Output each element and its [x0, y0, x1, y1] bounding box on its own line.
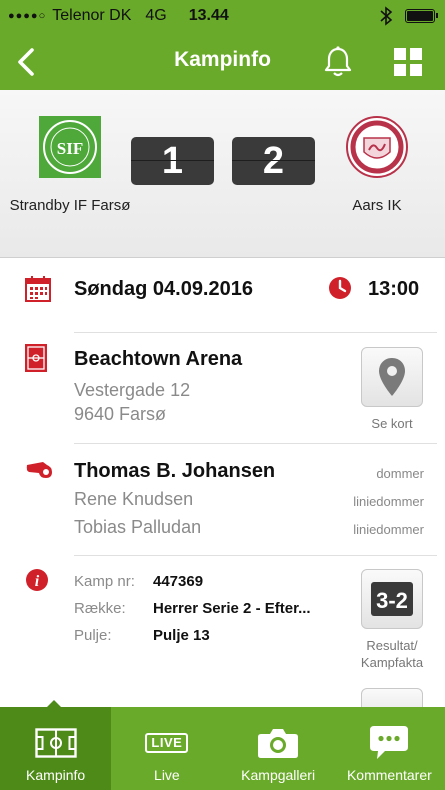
tab-label: Kampgalleri	[241, 767, 316, 783]
camera-icon	[258, 729, 299, 758]
notifications-button[interactable]	[318, 40, 358, 84]
away-team-name: Aars IK	[352, 197, 402, 214]
result-button[interactable]: 3-2	[361, 569, 423, 629]
match-header: SIF Strandby IF Farsø 1 2 Aars IK	[0, 90, 445, 258]
status-time: 13.44	[188, 7, 229, 24]
pitch-icon	[25, 344, 47, 372]
venue-name: Beachtown Arena	[74, 348, 243, 370]
home-team-logo: SIF	[39, 116, 101, 178]
chat-icon	[370, 726, 409, 759]
assistant-referee-2: Tobias Palludan	[74, 517, 202, 537]
svg-text:i: i	[35, 573, 40, 590]
svg-text:SIF: SIF	[57, 139, 83, 158]
tab-kommentarer[interactable]: Kommentarer	[334, 707, 445, 790]
tab-label: Kommentarer	[346, 767, 432, 783]
match-number-label: Kamp nr:	[74, 573, 135, 590]
tab-kampgalleri[interactable]: Kampgalleri	[223, 707, 334, 790]
nav-bar: Kampinfo	[0, 34, 445, 90]
map-pin-icon	[379, 358, 405, 396]
home-team-name: Strandby IF Farsø	[9, 197, 131, 214]
menu-grid-button[interactable]	[388, 40, 428, 84]
pitch-icon	[34, 728, 77, 758]
scoreboard-icon: 3-2	[371, 582, 413, 616]
active-tab-indicator	[47, 700, 61, 707]
svg-text:3-2: 3-2	[376, 588, 408, 613]
match-number: 447369	[153, 573, 204, 590]
map-button[interactable]	[361, 347, 423, 407]
venue-city: 9640 Farsø	[74, 404, 167, 424]
referee-main: Thomas B. Johansen	[74, 460, 276, 482]
info-icon: i	[26, 569, 48, 591]
tab-bar: Kampinfo LIVE Live Kampgalleri Kommentar…	[0, 700, 445, 790]
grid-icon	[394, 48, 422, 76]
pool-value: Pulje 13	[153, 627, 210, 644]
home-score: 1	[131, 137, 214, 185]
assistant-referee-1-role: liniedommer	[353, 494, 424, 509]
result-button-label[interactable]: Resultat/ Kampfakta	[350, 637, 434, 671]
bell-icon	[324, 46, 352, 77]
map-button-label[interactable]: Se kort	[361, 416, 423, 431]
pool-label: Pulje:	[74, 627, 112, 644]
tab-kampinfo[interactable]: Kampinfo	[0, 700, 112, 790]
match-time: 13:00	[368, 278, 420, 300]
venue-address: Vestergade 12	[74, 380, 191, 400]
signal-strength: ●●●●○	[8, 10, 47, 22]
calendar-icon	[25, 276, 51, 302]
tab-label: Kampinfo	[26, 767, 86, 783]
away-score: 2	[232, 137, 315, 185]
away-team[interactable]: Aars IK	[307, 114, 445, 214]
away-team-logo	[346, 116, 408, 178]
status-bar: ●●●●○ Telenor DK 4G 13.44	[0, 0, 445, 34]
assistant-referee-1: Rene Knudsen	[74, 489, 194, 509]
clock-icon	[329, 277, 351, 299]
match-date: Søndag 04.09.2016	[74, 278, 253, 300]
series-value: Herrer Serie 2 - Efter...	[153, 600, 311, 617]
tab-label: Live	[154, 767, 180, 783]
live-icon: LIVE	[145, 733, 189, 753]
divider	[74, 555, 437, 556]
divider	[74, 332, 437, 333]
network-type: 4G	[145, 7, 167, 24]
divider	[74, 443, 437, 444]
referee-main-role: dommer	[376, 466, 424, 481]
battery-icon	[405, 9, 438, 23]
bluetooth-icon	[380, 6, 393, 26]
series-label: Række:	[74, 600, 126, 617]
carrier-name: Telenor DK	[52, 7, 132, 24]
home-team[interactable]: SIF Strandby IF Farsø	[0, 114, 140, 214]
whistle-icon	[26, 462, 52, 478]
page-title: Kampinfo	[174, 48, 271, 71]
tab-live[interactable]: LIVE Live	[111, 707, 222, 790]
assistant-referee-2-role: liniedommer	[353, 522, 424, 537]
